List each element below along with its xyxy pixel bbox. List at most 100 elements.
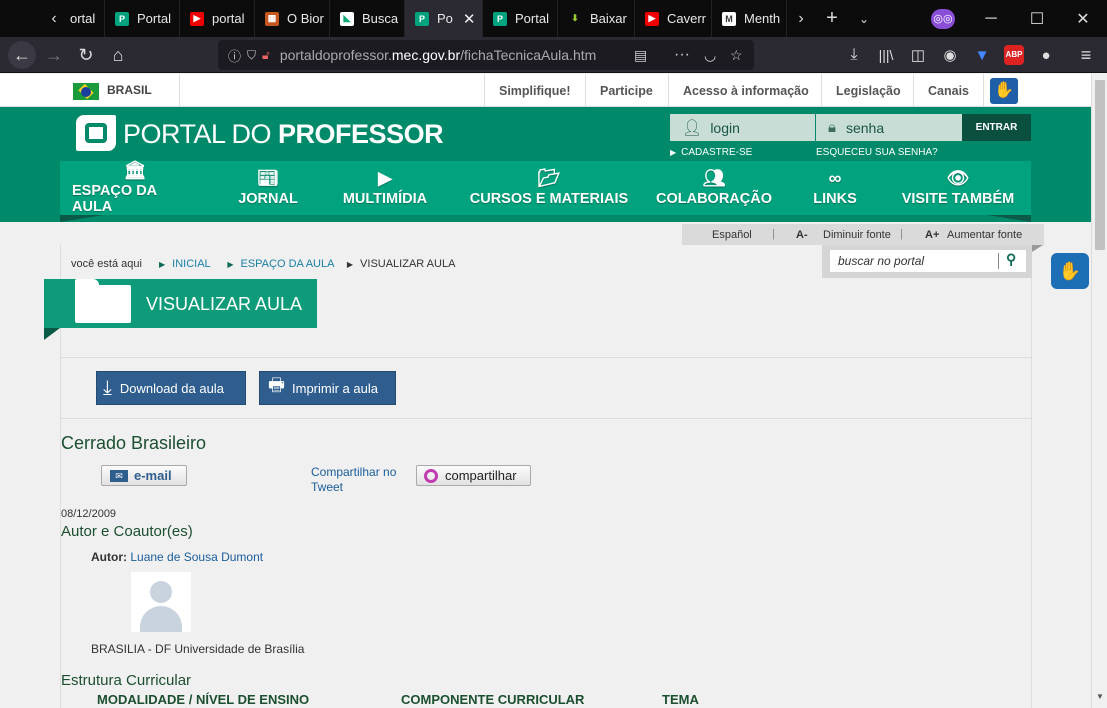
- nav-jornal[interactable]: 📰︎ JORNAL: [232, 161, 304, 215]
- extension-icon[interactable]: ●: [1032, 41, 1060, 69]
- scrollbar-thumb[interactable]: [1095, 80, 1105, 250]
- close-tab-icon[interactable]: ✕: [463, 10, 476, 28]
- sign-language-icon[interactable]: ✋: [990, 78, 1018, 104]
- page-scrollbar[interactable]: ▼: [1091, 74, 1107, 708]
- column-componente: COMPONENTE CURRICULAR: [401, 692, 585, 707]
- library-icon[interactable]: |||\: [872, 41, 900, 69]
- nav-cursos-materiais[interactable]: 📂︎ CURSOS E MATERIAIS: [468, 161, 630, 215]
- tab-list-icon[interactable]: ⌄: [849, 0, 879, 37]
- country-label[interactable]: BRASIL: [107, 83, 152, 97]
- link-acesso-informacao[interactable]: Acesso à informação: [668, 74, 823, 107]
- tabs-scroll-right-icon[interactable]: ›: [787, 0, 815, 37]
- authors-heading: Autor e Coautor(es): [61, 523, 193, 540]
- download-lesson-button[interactable]: ⤓ Download da aula: [96, 371, 246, 405]
- nav-links[interactable]: ∞ LINKS: [808, 161, 862, 215]
- portal-icon: P: [493, 11, 507, 26]
- back-icon[interactable]: ←: [8, 41, 36, 69]
- minimize-icon[interactable]: ─: [968, 0, 1014, 37]
- adblock-icon[interactable]: ABP: [1000, 41, 1028, 69]
- link-legislacao[interactable]: Legislação: [821, 74, 915, 107]
- folder-icon: 📂︎: [537, 168, 561, 188]
- portal-logo-text[interactable]: PORTAL DO PROFESSOR: [123, 119, 444, 150]
- url-bar[interactable]: ⓘ ⛉ 🔓︎ portaldoprofessor.mec.gov.br/fich…: [218, 40, 754, 70]
- search-box: buscar no portal ⚲: [822, 245, 1032, 278]
- page-content: BRASIL Simplifique! Participe Acesso à i…: [0, 74, 1091, 708]
- password-field[interactable]: 🔒︎ senha: [816, 114, 962, 141]
- register-link[interactable]: ▶ CADASTRE-SE: [670, 147, 752, 158]
- nav-visite-tambem[interactable]: 👁︎ VISITE TAMBÉM: [898, 161, 1018, 215]
- breadcrumb-espaco-aula[interactable]: ESPAÇO DA AULA: [240, 258, 333, 270]
- browser-tab[interactable]: P Portal: [483, 0, 558, 37]
- nav-colaboracao[interactable]: 👥︎ COLABORAÇÃO: [656, 161, 772, 215]
- forgot-password-link[interactable]: ESQUECEU SUA SENHA?: [816, 147, 938, 158]
- triangle-right-icon: ▶: [159, 260, 166, 269]
- building-icon: 🏛︎: [123, 160, 147, 180]
- tweet-link[interactable]: Tweet: [311, 480, 396, 495]
- browser-tab-active[interactable]: P Po ✕: [405, 0, 483, 37]
- brazil-flag-icon: [73, 83, 99, 100]
- portal-logo-icon[interactable]: [76, 115, 116, 151]
- link-participe[interactable]: Participe: [585, 74, 667, 107]
- share-on-link[interactable]: Compartilhar no: [311, 465, 396, 480]
- breadcrumb-inicial[interactable]: INICIAL: [172, 258, 210, 270]
- email-button[interactable]: ✉ e-mail: [101, 465, 187, 486]
- insecure-lock-icon[interactable]: 🔓︎: [262, 48, 270, 63]
- link-simplifique[interactable]: Simplifique!: [484, 74, 585, 107]
- breadcrumb-current: VISUALIZAR AULA: [360, 258, 456, 270]
- reload-icon[interactable]: ↻: [72, 41, 100, 69]
- account-icon[interactable]: ◉: [936, 41, 964, 69]
- maximize-icon[interactable]: ☐: [1014, 0, 1060, 37]
- font-decrease-icon[interactable]: A-: [796, 229, 808, 241]
- section-title: VISUALIZAR AULA: [146, 294, 303, 314]
- downloads-icon[interactable]: ⤓: [840, 41, 868, 69]
- info-icon[interactable]: ⓘ: [228, 46, 241, 65]
- browser-tab[interactable]: ▶ Caverr: [635, 0, 712, 37]
- page-actions-icon[interactable]: ···: [674, 46, 690, 64]
- home-icon[interactable]: ⌂: [104, 41, 132, 69]
- forward-icon[interactable]: →: [40, 41, 68, 69]
- share-icon: [424, 468, 438, 483]
- browser-tab[interactable]: ▶ portal: [180, 0, 255, 37]
- column-modalidade: MODALIDADE / NÍVEL DE ENSINO: [97, 692, 310, 707]
- lesson-title: Cerrado Brasileiro: [61, 433, 207, 453]
- browser-tab[interactable]: ▦ O Bior: [255, 0, 330, 37]
- print-lesson-button[interactable]: 🖶︎ Imprimir a aula: [259, 371, 396, 405]
- search-input[interactable]: buscar no portal ⚲: [830, 250, 1026, 272]
- close-window-icon[interactable]: ✕: [1060, 0, 1106, 37]
- user-icon: 👤︎: [682, 119, 703, 137]
- sidebar-icon[interactable]: ◫: [904, 41, 932, 69]
- search-icon[interactable]: ⚲: [1006, 251, 1016, 268]
- nav-multimidia[interactable]: ▶ MULTIMÍDIA: [337, 161, 433, 215]
- increase-font-link[interactable]: Aumentar fonte: [947, 229, 1022, 241]
- share-button[interactable]: compartilhar: [416, 465, 531, 486]
- browser-tab[interactable]: ortal: [60, 0, 105, 37]
- new-tab-icon[interactable]: +: [815, 0, 849, 37]
- shield-icon[interactable]: ⛉: [247, 48, 256, 63]
- decrease-font-link[interactable]: Diminuir fonte: [823, 229, 891, 241]
- nav-espaco-da-aula[interactable]: 🏛︎ ESPAÇO DA AULA: [72, 161, 198, 215]
- enter-button[interactable]: ENTRAR: [962, 114, 1031, 141]
- browser-tab[interactable]: ⬇ Baixar: [558, 0, 635, 37]
- menu-icon[interactable]: ≡: [1072, 41, 1100, 69]
- extension-shield-icon[interactable]: ▼: [968, 41, 996, 69]
- link-canais[interactable]: Canais: [913, 74, 984, 107]
- breadcrumb: você está aqui ▶ INICIAL ▶ ESPAÇO DA AULA …: [71, 258, 456, 270]
- login-field[interactable]: 👤︎ login: [670, 114, 815, 141]
- reader-view-icon[interactable]: ▤: [634, 47, 647, 64]
- author-affiliation: BRASILIA - DF Universidade de Brasília: [91, 642, 305, 656]
- vlibras-icon[interactable]: ✋: [1051, 253, 1089, 289]
- spanish-link[interactable]: Español: [712, 229, 752, 241]
- browser-tab[interactable]: M Menth: [712, 0, 787, 37]
- curriculum-heading: Estrutura Curricular: [61, 672, 192, 689]
- bookmark-star-icon[interactable]: ☆: [730, 47, 743, 64]
- author-line: Autor: Luane de Sousa Dumont: [91, 550, 264, 564]
- author-name-link[interactable]: Luane de Sousa Dumont: [130, 550, 263, 564]
- pocket-icon[interactable]: ◡: [704, 47, 716, 64]
- section-ribbon-fold: [44, 328, 60, 340]
- font-increase-icon[interactable]: A+: [925, 229, 939, 241]
- browser-tab[interactable]: P Portal: [105, 0, 180, 37]
- browser-tab[interactable]: ◣ Busca: [330, 0, 405, 37]
- utility-bar: Español | A- Diminuir fonte | A+ Aumenta…: [682, 224, 1044, 245]
- biome-icon: ▦: [265, 11, 279, 26]
- scroll-down-icon[interactable]: ▼: [1096, 692, 1104, 701]
